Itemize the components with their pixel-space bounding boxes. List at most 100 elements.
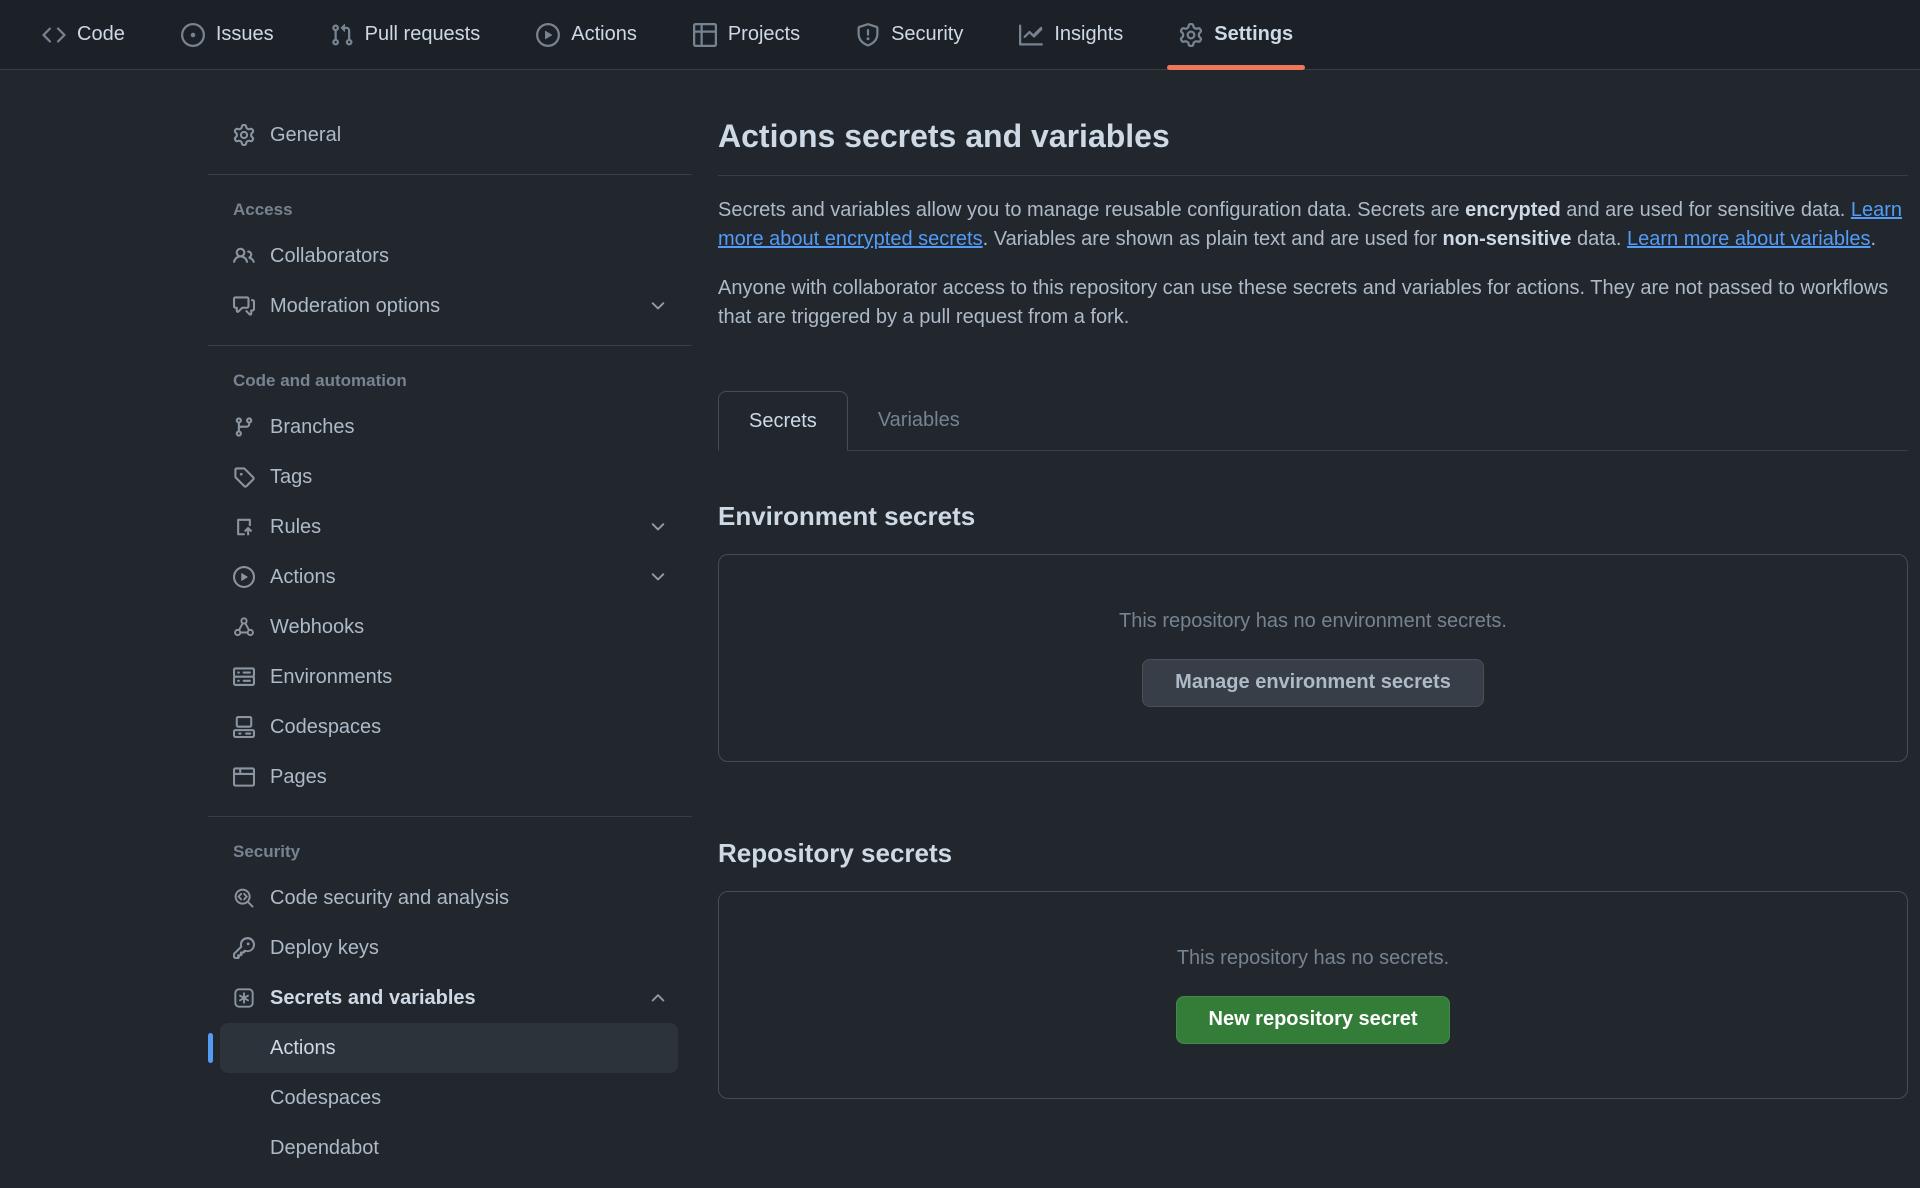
tab-label: Pull requests — [365, 23, 481, 46]
sidebar-item-label: Deploy keys — [270, 937, 379, 960]
sidebar-item-environments[interactable]: Environments — [220, 652, 678, 702]
issue-opened-icon — [181, 23, 205, 47]
tab-label: Issues — [216, 23, 274, 46]
divider — [208, 345, 692, 346]
sidebar-item-code-security[interactable]: Code security and analysis — [220, 873, 678, 923]
git-pull-request-icon — [330, 23, 354, 47]
main-content: Actions secrets and variables Secrets an… — [718, 70, 1908, 1099]
collaborator-paragraph: Anyone with collaborator access to this … — [718, 274, 1908, 332]
tab-code[interactable]: Code — [30, 0, 137, 69]
new-repository-secret-button[interactable]: New repository secret — [1176, 996, 1451, 1044]
sidebar-item-label: Secrets and variables — [270, 987, 476, 1010]
text: and are used for sensitive data. — [1561, 199, 1851, 221]
key-icon — [233, 937, 255, 959]
sidebar-subitem-dependabot[interactable]: Dependabot — [220, 1123, 678, 1173]
sidebar-subitem-codespaces[interactable]: Codespaces — [220, 1073, 678, 1123]
bold-text: encrypted — [1465, 199, 1561, 221]
sidebar-item-deploy-keys[interactable]: Deploy keys — [220, 923, 678, 973]
tag-icon — [233, 466, 255, 488]
sidebar-item-tags[interactable]: Tags — [220, 452, 678, 502]
divider — [718, 175, 1908, 176]
sidebar-item-actions[interactable]: Actions — [220, 552, 678, 602]
text: . Variables are shown as plain text and … — [983, 228, 1443, 250]
sidebar-item-webhooks[interactable]: Webhooks — [220, 602, 678, 652]
environment-secrets-empty-box: This repository has no environment secre… — [718, 554, 1908, 762]
gear-icon — [233, 124, 255, 146]
browser-icon — [233, 766, 255, 788]
tab-label: Projects — [728, 23, 800, 46]
comment-discussion-icon — [233, 295, 255, 317]
play-icon — [536, 23, 560, 47]
sidebar-item-pages[interactable]: Pages — [220, 752, 678, 802]
tab-pull-requests[interactable]: Pull requests — [318, 0, 493, 69]
sidebar-item-collaborators[interactable]: Collaborators — [220, 231, 678, 281]
sidebar-item-label: Branches — [270, 416, 355, 439]
text: data. — [1571, 228, 1627, 250]
sidebar-item-general[interactable]: General — [220, 110, 678, 160]
tab-settings[interactable]: Settings — [1167, 0, 1305, 69]
sidebar-item-label: Actions — [270, 566, 336, 589]
webhook-icon — [233, 616, 255, 638]
code-icon — [42, 23, 66, 47]
tab-secrets[interactable]: Secrets — [718, 391, 848, 451]
sidebar-item-label: Tags — [270, 466, 312, 489]
sidebar-item-branches[interactable]: Branches — [220, 402, 678, 452]
tab-security[interactable]: Security — [844, 0, 975, 69]
sidebar-item-moderation-options[interactable]: Moderation options — [220, 281, 678, 331]
sidebar-item-secrets-and-variables[interactable]: Secrets and variables — [220, 973, 678, 1023]
tab-label: Actions — [571, 23, 637, 46]
sidebar-item-label: Code security and analysis — [270, 887, 509, 910]
key-asterisk-icon — [233, 987, 255, 1009]
tab-projects[interactable]: Projects — [681, 0, 812, 69]
play-icon — [233, 566, 255, 588]
sidebar-item-label: Environments — [270, 666, 392, 689]
tab-actions[interactable]: Actions — [524, 0, 649, 69]
manage-environment-secrets-button[interactable]: Manage environment secrets — [1142, 659, 1484, 707]
chevron-down-icon — [648, 567, 668, 587]
settings-sidebar: General Access Collaborators Moderation … — [208, 70, 692, 1173]
environment-secrets-empty-text: This repository has no environment secre… — [1119, 610, 1507, 633]
tab-variables[interactable]: Variables — [848, 390, 990, 450]
sidebar-subitem-actions[interactable]: Actions — [220, 1023, 678, 1073]
intro-paragraph: Secrets and variables allow you to manag… — [718, 196, 1908, 254]
sidebar-item-label: Codespaces — [270, 716, 381, 739]
repo-tab-nav: Code Issues Pull requests Actions Projec… — [0, 0, 1920, 70]
server-icon — [233, 666, 255, 688]
divider — [208, 816, 692, 817]
divider — [208, 174, 692, 175]
secrets-variables-tabs: Secrets Variables — [718, 390, 1908, 451]
git-branch-icon — [233, 416, 255, 438]
sidebar-item-label: Actions — [270, 1037, 336, 1060]
tab-insights[interactable]: Insights — [1007, 0, 1135, 69]
sidebar-item-codespaces[interactable]: Codespaces — [220, 702, 678, 752]
repository-secrets-heading: Repository secrets — [718, 838, 1908, 869]
sidebar-item-rules[interactable]: Rules — [220, 502, 678, 552]
tab-label: Security — [891, 23, 963, 46]
bold-text: non-sensitive — [1443, 228, 1572, 250]
sidebar-item-label: General — [270, 124, 341, 147]
sidebar-item-label: Rules — [270, 516, 321, 539]
sidebar-item-label: Webhooks — [270, 616, 364, 639]
tab-label: Settings — [1214, 23, 1293, 46]
project-icon — [693, 23, 717, 47]
sidebar-section-security: Security — [220, 831, 678, 873]
repository-secrets-empty-text: This repository has no secrets. — [1177, 947, 1449, 970]
sidebar-item-label: Pages — [270, 766, 327, 789]
tab-issues[interactable]: Issues — [169, 0, 286, 69]
people-icon — [233, 245, 255, 267]
inline-link[interactable]: Learn more about variables — [1627, 228, 1870, 250]
chevron-down-icon — [648, 517, 668, 537]
gear-icon — [1179, 23, 1203, 47]
shield-icon — [856, 23, 880, 47]
chevron-down-icon — [648, 296, 668, 316]
sidebar-section-access: Access — [220, 189, 678, 231]
page-title: Actions secrets and variables — [718, 118, 1908, 155]
tab-label: Insights — [1054, 23, 1123, 46]
sidebar-item-label: Moderation options — [270, 295, 440, 318]
repository-secrets-empty-box: This repository has no secrets. New repo… — [718, 891, 1908, 1099]
sidebar-section-code-automation: Code and automation — [220, 360, 678, 402]
environment-secrets-heading: Environment secrets — [718, 501, 1908, 532]
sidebar-item-label: Dependabot — [270, 1137, 379, 1160]
text: . — [1871, 228, 1877, 250]
sidebar-item-label: Codespaces — [270, 1087, 381, 1110]
